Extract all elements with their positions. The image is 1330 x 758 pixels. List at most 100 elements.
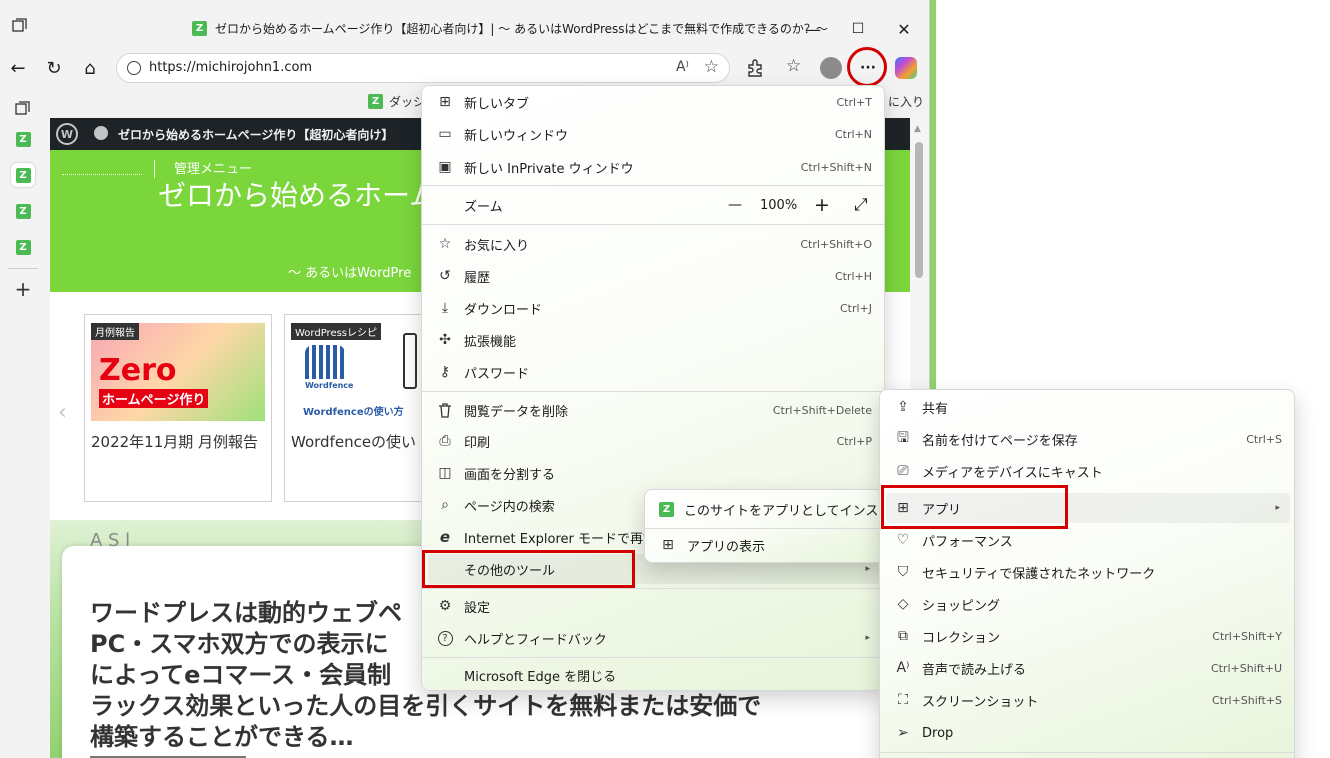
menu-item-favorites[interactable]: ☆ お気に入り Ctrl+Shift+O bbox=[428, 229, 880, 259]
vertical-tab-active[interactable]: Z bbox=[11, 163, 35, 187]
menu-item-print[interactable]: ⎙ 印刷 Ctrl+P bbox=[428, 426, 880, 456]
menu-separator bbox=[880, 752, 1294, 753]
menu-item-screenshot[interactable]: ⛶ スクリーンショット Ctrl+Shift+S bbox=[886, 685, 1290, 715]
home-button[interactable]: ⌂ bbox=[78, 56, 102, 80]
menu-separator bbox=[422, 185, 884, 186]
highlight-box-more-tools bbox=[422, 550, 635, 588]
site-favicon-icon: Z bbox=[192, 21, 207, 36]
minimize-button[interactable]: — bbox=[798, 14, 828, 44]
submenu-arrow-icon: ▸ bbox=[865, 564, 870, 574]
refresh-button[interactable]: ↻ bbox=[42, 56, 66, 80]
menu-separator bbox=[422, 224, 884, 225]
screenshot-icon: ⛶ bbox=[898, 692, 908, 708]
address-bar[interactable]: https://michirojohn1.com A⁾ ☆ bbox=[116, 53, 730, 83]
collections-icon: ⧉ bbox=[898, 628, 908, 644]
menu-item-history[interactable]: ↺ 履歴 Ctrl+H bbox=[428, 261, 880, 291]
back-button[interactable]: ← bbox=[6, 56, 30, 80]
save-icon: 🖫 bbox=[897, 430, 909, 446]
post-card-title[interactable]: 2022年11月期 月例報告 bbox=[91, 433, 267, 452]
menu-item-settings[interactable]: ⚙ 設定 bbox=[428, 591, 880, 621]
fullscreen-button[interactable]: ⤢ bbox=[854, 195, 868, 215]
navigation-bar: ← ↻ ⌂ https://michirojohn1.com A⁾ ☆ ☆ bbox=[0, 48, 929, 88]
read-aloud-icon[interactable]: A⁾ bbox=[676, 59, 689, 75]
new-tab-icon: ⊞ bbox=[439, 94, 451, 110]
site-favicon-icon: Z bbox=[15, 167, 31, 183]
scrollbar-thumb[interactable] bbox=[915, 142, 923, 278]
menu-item-performance[interactable]: ♡ パフォーマンス bbox=[886, 525, 1290, 555]
vertical-tab[interactable]: Z bbox=[11, 199, 35, 223]
menu-item-cast[interactable]: ⎚ メディアをデバイスにキャスト bbox=[886, 456, 1290, 486]
wordfence-logo-icon bbox=[305, 345, 345, 379]
menu-item-help-feedback[interactable]: ? ヘルプとフィードバック ▸ bbox=[428, 623, 880, 653]
title-bar: Z ゼロから始めるホームページ作り【超初心者向け】| 〜 あるいはWordPre… bbox=[0, 0, 929, 46]
site-subtitle: 〜 あるいはWordPre bbox=[288, 266, 412, 281]
window-icon: ▭ bbox=[438, 126, 452, 142]
trash-icon bbox=[436, 401, 454, 419]
vertical-tab[interactable]: Z bbox=[11, 235, 35, 259]
menu-item-collections[interactable]: ⧉ コレクション Ctrl+Shift+Y bbox=[886, 621, 1290, 651]
carousel-prev-icon[interactable]: ‹ bbox=[58, 400, 67, 425]
apps-view-icon: ⊞ bbox=[662, 537, 674, 553]
window-title-text: ゼロから始めるホームページ作り【超初心者向け】| 〜 あるいはWordPress… bbox=[215, 22, 828, 36]
menu-item-downloads[interactable]: ⤓ ダウンロード Ctrl+J bbox=[428, 293, 880, 323]
zoom-out-button[interactable]: — bbox=[728, 197, 742, 213]
new-tab-plus-icon[interactable]: + bbox=[11, 277, 35, 301]
profile-avatar[interactable] bbox=[820, 57, 842, 79]
submenu-arrow-icon: ▸ bbox=[865, 633, 870, 643]
menu-item-shopping[interactable]: ◇ ショッピング bbox=[886, 589, 1290, 619]
add-favorite-icon[interactable]: ☆ bbox=[704, 57, 719, 77]
highlight-circle-more bbox=[847, 47, 887, 87]
site-title[interactable]: ゼロから始めるホーム bbox=[158, 174, 437, 214]
vertical-tab[interactable]: Z bbox=[11, 127, 35, 151]
menu-item-new-window[interactable]: ▭ 新しいウィンドウ Ctrl+N bbox=[428, 119, 880, 149]
share-icon: ⇪ bbox=[897, 399, 909, 415]
drop-icon: ➢ bbox=[897, 725, 909, 741]
close-window-button[interactable]: ✕ bbox=[889, 14, 919, 44]
sidebar-divider bbox=[8, 268, 38, 269]
copilot-icon[interactable] bbox=[895, 57, 917, 79]
favorites-bar-item[interactable]: Z ダッシ bbox=[368, 93, 425, 110]
split-screen-icon: ◫ bbox=[438, 465, 452, 481]
post-card[interactable]: Zero ホームページ作り 月例報告 2022年11月期 月例報告 bbox=[84, 314, 272, 502]
category-badge: WordPressレシピ bbox=[291, 323, 382, 340]
menu-item-install-site-as-app[interactable]: Z このサイトをアプリとしてインストール bbox=[651, 494, 917, 524]
tab-actions-icon[interactable] bbox=[11, 96, 35, 120]
maximize-button[interactable]: ☐ bbox=[843, 14, 873, 44]
url-text[interactable]: https://michirojohn1.com bbox=[149, 60, 312, 75]
category-badge: 月例報告 bbox=[91, 323, 139, 340]
menu-item-split-screen[interactable]: ◫ 画面を分割する bbox=[428, 458, 880, 488]
menu-item-read-aloud[interactable]: A⁾ 音声で読み上げる Ctrl+Shift+U bbox=[886, 653, 1290, 683]
menu-item-clear-browsing-data[interactable]: 閲覧データを削除 Ctrl+Shift+Delete bbox=[428, 395, 880, 425]
menu-item-secure-network[interactable]: ⛉ セキュリティで保護されたネットワーク bbox=[886, 557, 1290, 587]
menu-item-close-edge[interactable]: Microsoft Edge を閉じる bbox=[428, 660, 880, 690]
site-info-icon[interactable] bbox=[127, 61, 141, 75]
site-favicon-icon: Z bbox=[15, 131, 31, 147]
menu-item-new-inprivate[interactable]: ▣ 新しい InPrivate ウィンドウ Ctrl+Shift+N bbox=[428, 152, 880, 182]
install-site-icon: Z bbox=[659, 500, 674, 518]
wordpress-logo-icon[interactable]: W bbox=[56, 123, 78, 145]
admin-bar-site-name[interactable]: ゼロから始めるホームページ作り【超初心者向け】 bbox=[118, 126, 393, 143]
menu-item-extensions[interactable]: ✣ 拡張機能 bbox=[428, 325, 880, 355]
zoom-in-button[interactable]: + bbox=[814, 194, 830, 216]
other-favorites[interactable]: に入り bbox=[888, 93, 924, 110]
menu-item-view-apps[interactable]: ⊞ アプリの表示 bbox=[651, 530, 879, 560]
scroll-up-icon[interactable]: ▲ bbox=[914, 124, 921, 134]
article-peek-text: A S l bbox=[90, 530, 131, 551]
menu-item-share[interactable]: ⇪ 共有 bbox=[886, 392, 1290, 422]
menu-item-passwords[interactable]: ⚷ パスワード bbox=[428, 357, 880, 387]
window-title: Z ゼロから始めるホームページ作り【超初心者向け】| 〜 あるいはWordPre… bbox=[192, 20, 828, 37]
menu-separator bbox=[422, 588, 884, 589]
menu-item-save-page[interactable]: 🖫 名前を付けてページを保存 Ctrl+S bbox=[886, 424, 1290, 454]
favorites-icon: ☆ bbox=[438, 236, 452, 252]
menu-item-drop[interactable]: ➢ Drop bbox=[886, 718, 1290, 748]
menu-separator bbox=[422, 657, 884, 658]
extensions-icon[interactable] bbox=[746, 59, 764, 77]
menu-item-new-tab[interactable]: ⊞ 新しいタブ Ctrl+T bbox=[428, 87, 880, 117]
close-edge-icon bbox=[436, 666, 454, 684]
menu-item-zoom: ズーム — 100% + ⤢ bbox=[428, 190, 880, 220]
tab-actions-icon[interactable] bbox=[12, 18, 28, 32]
print-icon: ⎙ bbox=[439, 433, 451, 449]
read-aloud-icon: A⁾ bbox=[896, 660, 910, 676]
submenu-arrow-icon: ▸ bbox=[1275, 503, 1280, 513]
favorites-icon[interactable]: ☆ bbox=[786, 56, 801, 76]
